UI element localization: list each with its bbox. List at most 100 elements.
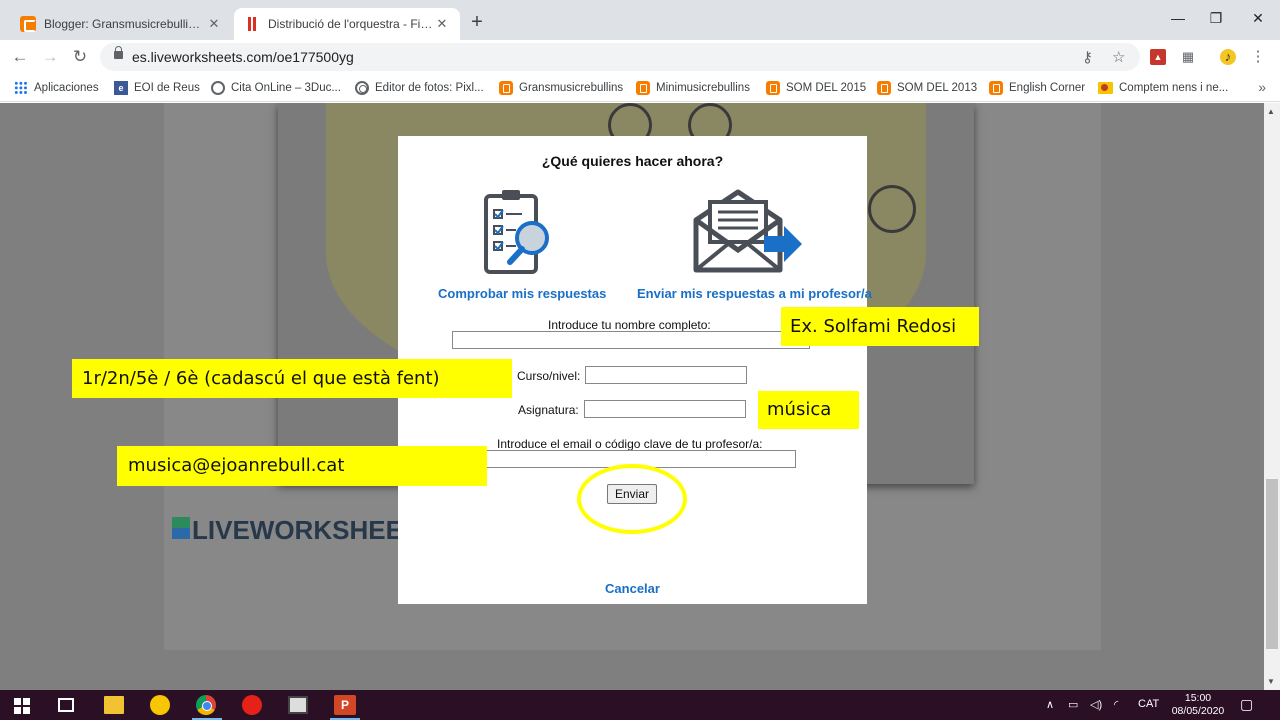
checklist-magnifier-icon[interactable] bbox=[482, 188, 554, 276]
send-to-teacher-link[interactable]: Enviar mis respuestas a mi profesor/a bbox=[637, 286, 872, 301]
apps-icon bbox=[14, 81, 28, 95]
extension-grid-icon[interactable]: ▦ bbox=[1180, 49, 1196, 65]
video-player-icon[interactable] bbox=[242, 695, 262, 715]
bookmark-english-corner[interactable]: English Corner bbox=[989, 80, 1085, 96]
bookmark-label: Minimusicrebullins bbox=[656, 82, 750, 94]
folder-icon bbox=[1098, 82, 1113, 94]
scroll-up-icon[interactable]: ▲ bbox=[1267, 107, 1275, 116]
bookmark-star-icon[interactable]: ☆ bbox=[1112, 48, 1125, 66]
bookmark-label: English Corner bbox=[1009, 82, 1086, 94]
blogger-icon bbox=[636, 81, 650, 95]
browser-toolbar: ← → ↻ es.liveworksheets.com/oe177500yg ⚷… bbox=[0, 40, 1280, 74]
bookmark-apps[interactable]: Aplicaciones bbox=[14, 80, 99, 96]
system-clock[interactable]: 15:00 08/05/2020 bbox=[1170, 692, 1226, 718]
chrome-icon[interactable] bbox=[196, 695, 216, 715]
scroll-down-icon[interactable]: ▼ bbox=[1267, 677, 1275, 686]
tab-blogger[interactable]: Blogger: Gransmusicrebullins - C ✕ bbox=[10, 8, 232, 40]
bookmark-cita[interactable]: Cita OnLine – 3Duc... bbox=[211, 80, 341, 96]
course-example-note: 1r/2n/5è / 6è (cadascú el que està fent) bbox=[72, 359, 512, 398]
bookmark-label: Editor de fotos: Pixl... bbox=[375, 82, 484, 94]
address-bar[interactable]: es.liveworksheets.com/oe177500yg ⚷ ☆ bbox=[100, 43, 1140, 71]
bookmark-comptem[interactable]: Comptem nens i ne... bbox=[1098, 80, 1228, 96]
dialog-title: ¿Qué quieres hacer ahora? bbox=[541, 153, 724, 169]
windows-taskbar: P ∧ ▭ ◁) ◜ CAT 15:00 08/05/2020 ▢ bbox=[0, 690, 1280, 720]
bookmark-pixlr[interactable]: Editor de fotos: Pixl... bbox=[355, 80, 484, 96]
eoi-icon: e bbox=[114, 81, 128, 95]
file-explorer-icon[interactable] bbox=[104, 696, 124, 714]
bookmarks-overflow-icon[interactable]: » bbox=[1258, 79, 1266, 95]
minimize-button[interactable]: — bbox=[1158, 10, 1198, 26]
bookmark-minimusicrebullins[interactable]: Minimusicrebullins bbox=[636, 80, 750, 96]
bookmark-label: SOM DEL 2013 bbox=[897, 82, 978, 94]
bookmark-label: Aplicaciones bbox=[34, 82, 99, 94]
volume-icon[interactable]: ◁) bbox=[1090, 698, 1102, 711]
menu-kebab-icon[interactable]: ⋮ bbox=[1250, 49, 1266, 65]
email-example-note: musica@ejoanrebull.cat bbox=[117, 446, 487, 486]
url-text[interactable]: es.liveworksheets.com/oe177500yg bbox=[132, 49, 354, 65]
subject-input[interactable] bbox=[584, 400, 746, 418]
subject-label: Asignatura: bbox=[518, 403, 579, 417]
bookmark-label: Gransmusicrebullins bbox=[519, 82, 624, 94]
tab-title: Blogger: Gransmusicrebullins - C bbox=[44, 17, 206, 31]
reload-icon[interactable]: ↻ bbox=[68, 46, 92, 68]
scroll-thumb[interactable] bbox=[1266, 479, 1278, 649]
tab-close-icon[interactable]: ✕ bbox=[434, 16, 450, 32]
notifications-icon[interactable]: ▢ bbox=[1240, 696, 1253, 713]
bookmark-gransmusicrebullins[interactable]: Gransmusicrebullins bbox=[499, 80, 623, 96]
cancel-link[interactable]: Cancelar bbox=[398, 581, 867, 596]
bookmark-som-2013[interactable]: SOM DEL 2013 bbox=[877, 80, 977, 96]
bookmark-som-2015[interactable]: SOM DEL 2015 bbox=[766, 80, 866, 96]
full-name-input[interactable] bbox=[452, 331, 810, 349]
app-icon[interactable] bbox=[150, 695, 170, 715]
bookmark-eoi[interactable]: e EOI de Reus bbox=[114, 80, 200, 96]
teacher-email-label: Introduce el email o código clave de tu … bbox=[497, 437, 763, 451]
lock-icon bbox=[114, 46, 123, 59]
tab-close-icon[interactable]: ✕ bbox=[206, 16, 222, 32]
windows-start-icon[interactable] bbox=[14, 698, 30, 714]
page-scrollbar[interactable]: ▲ ▼ bbox=[1264, 103, 1280, 690]
course-input[interactable] bbox=[585, 366, 747, 384]
tray-chevron-icon[interactable]: ∧ bbox=[1046, 698, 1054, 711]
tab-strip: Blogger: Gransmusicrebullins - C ✕ Distr… bbox=[0, 0, 1280, 40]
forward-arrow-icon[interactable]: → bbox=[38, 46, 62, 68]
movie-maker-icon[interactable] bbox=[288, 696, 308, 714]
course-label: Curso/nivel: bbox=[517, 369, 581, 383]
subject-example-note: música bbox=[758, 391, 859, 429]
tab-title: Distribució de l'orquestra - Ficha bbox=[268, 17, 434, 31]
liveworksheets-logo: LIVEWORKSHEETS bbox=[192, 515, 437, 545]
blogger-icon bbox=[20, 16, 36, 32]
wifi-icon[interactable]: ◜ bbox=[1114, 698, 1118, 711]
bookmark-label: Comptem nens i ne... bbox=[1119, 82, 1229, 94]
send-button-highlight-circle bbox=[577, 464, 687, 534]
blogger-icon bbox=[499, 81, 513, 95]
camera-icon bbox=[355, 81, 369, 95]
drum-icon bbox=[868, 185, 916, 233]
clock-date: 08/05/2020 bbox=[1171, 705, 1225, 717]
liveworksheets-icon bbox=[244, 16, 260, 32]
full-name-label: Introduce tu nombre completo: bbox=[548, 318, 711, 332]
pdf-extension-icon[interactable]: ▲ bbox=[1150, 49, 1166, 65]
key-icon[interactable]: ⚷ bbox=[1082, 48, 1093, 66]
envelope-send-icon[interactable] bbox=[692, 188, 806, 274]
tab-liveworksheets[interactable]: Distribució de l'orquestra - Ficha ✕ bbox=[234, 8, 460, 40]
back-arrow-icon[interactable]: ← bbox=[8, 46, 32, 68]
restore-button[interactable]: ❐ bbox=[1196, 10, 1236, 27]
bookmark-label: SOM DEL 2015 bbox=[786, 82, 867, 94]
check-answers-link[interactable]: Comprobar mis respuestas bbox=[438, 286, 606, 301]
bookmark-label: Cita OnLine – 3Duc... bbox=[231, 82, 341, 94]
bookmarks-bar: Aplicaciones e EOI de Reus Cita OnLine – … bbox=[0, 74, 1280, 102]
blogger-icon bbox=[877, 81, 891, 95]
globe-icon bbox=[211, 81, 225, 95]
blogger-icon bbox=[989, 81, 1003, 95]
bookmark-label: EOI de Reus bbox=[134, 82, 200, 94]
powerpoint-icon[interactable]: P bbox=[334, 695, 356, 715]
language-indicator[interactable]: CAT bbox=[1138, 698, 1159, 710]
battery-icon[interactable]: ▭ bbox=[1068, 698, 1078, 711]
clock-time: 15:00 bbox=[1184, 692, 1212, 704]
new-tab-button[interactable]: + bbox=[466, 12, 488, 32]
profile-avatar-icon[interactable]: ♪ bbox=[1220, 49, 1236, 65]
close-window-button[interactable]: ✕ bbox=[1238, 10, 1278, 27]
task-view-icon[interactable] bbox=[58, 698, 74, 712]
name-example-note: Ex. Solfami Redosi bbox=[781, 307, 979, 346]
blogger-icon bbox=[766, 81, 780, 95]
